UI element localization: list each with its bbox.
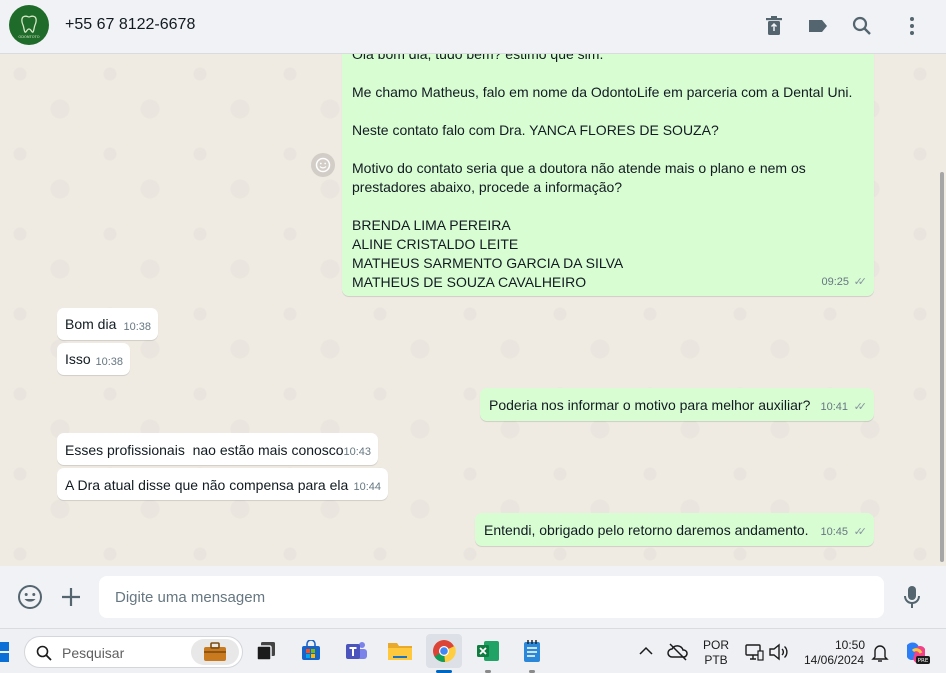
menu-icon[interactable] — [899, 13, 925, 39]
volume-icon[interactable] — [768, 643, 788, 661]
clock-time: 10:50 — [834, 638, 865, 652]
message-line: Neste contato falo com Dra. YANCA FLORES… — [352, 122, 719, 138]
file-explorer-icon[interactable] — [382, 634, 418, 668]
contact-avatar[interactable]: ODONTOTO — [9, 5, 49, 45]
message-line: Motivo do contato seria que a doutora nã… — [352, 160, 806, 176]
message-bubble-incoming[interactable]: Esses profissionais nao estão mais conos… — [57, 433, 378, 465]
message-time: 10:44 — [353, 481, 381, 493]
teams-icon[interactable] — [338, 634, 374, 668]
attach-plus-icon[interactable] — [59, 585, 83, 609]
system-clock[interactable]: 10:50 14/06/2024 — [798, 638, 870, 668]
message-time: 10:41 — [820, 401, 848, 413]
chat-scrollbar[interactable] — [938, 54, 946, 566]
read-receipt-icon: ✓✓ — [853, 401, 868, 413]
chat-area[interactable]: Olá bom dia, tudo bem? estimo que sim. M… — [0, 54, 946, 566]
message-time: 10:45 — [820, 526, 848, 538]
message-line — [352, 64, 864, 83]
windows-start-icon[interactable] — [0, 641, 12, 663]
message-line: Olá bom dia, tudo bem? estimo que sim. — [352, 54, 604, 62]
tooth-logo-icon: ODONTOTO — [10, 6, 48, 44]
microphone-icon[interactable] — [901, 584, 923, 610]
search-icon — [36, 645, 52, 661]
message-text: Isso — [65, 351, 91, 367]
message-text: Bom dia — [65, 316, 117, 332]
network-icon[interactable] — [744, 643, 764, 661]
message-text: A Dra atual disse que não compensa para … — [65, 477, 349, 493]
message-line — [352, 140, 864, 159]
read-receipt-icon: ✓✓ — [853, 276, 868, 288]
microsoft-store-icon[interactable] — [293, 634, 329, 668]
briefcase-icon[interactable] — [191, 639, 239, 665]
chevron-up-icon[interactable] — [638, 644, 654, 658]
delete-icon[interactable] — [761, 13, 787, 39]
message-line — [352, 197, 864, 216]
onedrive-sync-icon[interactable] — [667, 642, 689, 662]
message-line: BRENDA LIMA PEREIRA — [352, 217, 511, 233]
message-text: Esses profissionais nao estão mais conos… — [65, 442, 344, 458]
message-line: Me chamo Matheus, falo em nome da Odonto… — [352, 84, 853, 100]
compose-bar — [0, 566, 946, 628]
message-bubble-incoming[interactable]: Isso 10:38 — [57, 343, 130, 375]
message-line: MATHEUS SARMENTO GARCIA DA SILVA — [352, 255, 624, 271]
message-bubble-outgoing[interactable]: Olá bom dia, tudo bem? estimo que sim. M… — [342, 54, 874, 296]
notification-bell-icon[interactable] — [871, 643, 889, 663]
message-line: MATHEUS DE SOUZA CAVALHEIRO — [352, 274, 587, 290]
language-code: POR — [702, 638, 729, 652]
copilot-badge: PRE — [918, 658, 929, 664]
message-line: ALINE CRISTALDO LEITE — [352, 236, 519, 252]
keyboard-layout: PTB — [704, 653, 728, 667]
message-time: 09:25 — [821, 276, 849, 288]
message-line: prestadores abaixo, procede a informação… — [352, 179, 623, 195]
message-bubble-incoming[interactable]: A Dra atual disse que não compensa para … — [57, 468, 388, 500]
message-time: 10:43 — [343, 446, 371, 458]
contact-name[interactable]: +55 67 8122-6678 — [65, 16, 195, 34]
taskbar-search[interactable]: Pesquisar — [24, 636, 243, 668]
task-view-icon[interactable] — [248, 634, 284, 668]
excel-icon[interactable] — [470, 634, 506, 668]
chat-header: ODONTOTO +55 67 8122-6678 — [0, 0, 946, 54]
read-receipt-icon: ✓✓ — [853, 526, 868, 538]
chrome-icon[interactable] — [426, 634, 462, 668]
search-icon[interactable] — [849, 13, 875, 39]
windows-taskbar: Pesquisar POR PTB 10:50 14/06/2024 PRE — [0, 628, 946, 673]
emoji-icon[interactable] — [17, 584, 43, 610]
language-indicator[interactable]: POR PTB — [700, 638, 732, 668]
search-placeholder: Pesquisar — [62, 645, 125, 661]
reaction-icon[interactable] — [311, 153, 335, 177]
message-line — [352, 102, 864, 121]
message-bubble-outgoing[interactable]: Poderia nos informar o motivo para melho… — [480, 388, 874, 421]
message-bubble-outgoing[interactable]: Entendi, obrigado pelo retorno daremos a… — [475, 513, 874, 546]
message-text: Poderia nos informar o motivo para melho… — [489, 397, 811, 413]
notepad-icon[interactable] — [514, 634, 550, 668]
label-icon[interactable] — [805, 13, 831, 39]
message-time: 10:38 — [95, 356, 123, 368]
avatar-text: ODONTOTO — [18, 35, 39, 39]
message-input[interactable] — [99, 576, 884, 618]
message-text: Entendi, obrigado pelo retorno daremos a… — [484, 522, 809, 538]
message-bubble-incoming[interactable]: Bom dia 10:38 — [57, 308, 158, 340]
scrollbar-thumb[interactable] — [940, 172, 944, 562]
message-time: 10:38 — [123, 321, 151, 333]
clock-date: 14/06/2024 — [803, 653, 865, 667]
copilot-icon[interactable]: PRE — [902, 639, 930, 667]
